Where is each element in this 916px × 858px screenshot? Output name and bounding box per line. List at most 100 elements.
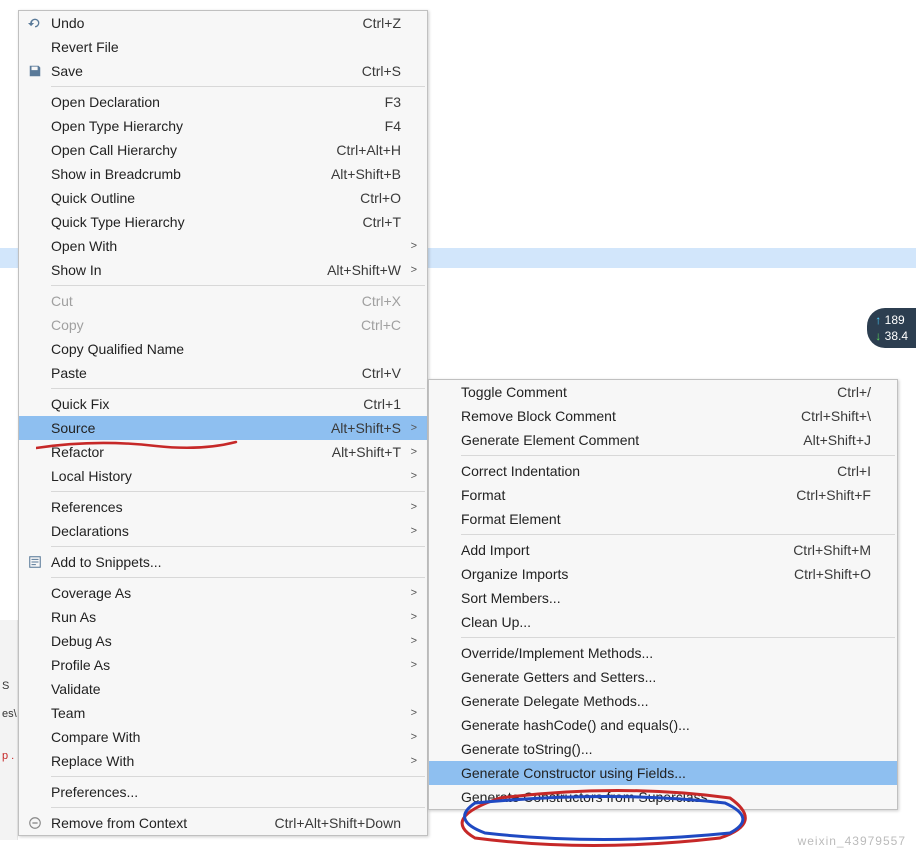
menu-item-label: Local History [51,468,401,484]
menu-item-label: Generate Constructor using Fields... [461,765,871,781]
main-menu-item-open-type-hierarchy[interactable]: Open Type HierarchyF4 [19,114,427,138]
menu-item-label: Add to Snippets... [51,554,401,570]
menu-item-label: Quick Outline [51,190,360,206]
main-menu-item-run-as[interactable]: Run As> [19,605,427,629]
main-menu-item-paste[interactable]: PasteCtrl+V [19,361,427,385]
main-menu-item-replace-with[interactable]: Replace With> [19,749,427,773]
main-menu-item-local-history[interactable]: Local History> [19,464,427,488]
source-menu-item-override-implement-methods[interactable]: Override/Implement Methods... [429,641,897,665]
main-menu-item-refactor[interactable]: RefactorAlt+Shift+T> [19,440,427,464]
source-menu-item-generate-element-comment[interactable]: Generate Element CommentAlt+Shift+J [429,428,897,452]
submenu-arrow-icon: > [401,501,417,513]
main-menu-item-copy[interactable]: CopyCtrl+C [19,313,427,337]
main-menu-item-open-with[interactable]: Open With> [19,234,427,258]
menu-item-label: Run As [51,609,401,625]
main-menu-item-remove-from-context[interactable]: Remove from ContextCtrl+Alt+Shift+Down [19,811,427,835]
menu-item-shortcut: Ctrl+O [360,190,401,206]
menu-item-label: Declarations [51,523,401,539]
main-menu-item-validate[interactable]: Validate [19,677,427,701]
main-menu-item-revert-file[interactable]: Revert File [19,35,427,59]
main-menu-item-open-declaration[interactable]: Open DeclarationF3 [19,90,427,114]
menu-separator [51,546,425,547]
main-menu-item-add-to-snippets[interactable]: Add to Snippets... [19,550,427,574]
main-menu-item-references[interactable]: References> [19,495,427,519]
menu-item-label: Generate toString()... [461,741,871,757]
main-menu-item-compare-with[interactable]: Compare With> [19,725,427,749]
menu-separator [51,807,425,808]
menu-item-shortcut: Ctrl+Shift+\ [801,408,871,424]
upload-arrow-icon: ↑ [875,313,881,327]
menu-item-label: Generate Constructors from Superclass... [461,789,871,805]
main-menu-item-save[interactable]: SaveCtrl+S [19,59,427,83]
main-menu-item-copy-qualified-name[interactable]: Copy Qualified Name [19,337,427,361]
menu-item-shortcut: Ctrl+Alt+Shift+Down [275,815,401,831]
menu-item-label: Open Call Hierarchy [51,142,336,158]
main-menu-item-show-in-breadcrumb[interactable]: Show in BreadcrumbAlt+Shift+B [19,162,427,186]
menu-item-shortcut: Ctrl+Z [363,15,402,31]
menu-item-shortcut: Ctrl+/ [837,384,871,400]
menu-item-label: Override/Implement Methods... [461,645,871,661]
submenu-arrow-icon: > [401,755,417,767]
menu-item-shortcut: F4 [385,118,401,134]
menu-item-label: Sort Members... [461,590,871,606]
main-menu-item-declarations[interactable]: Declarations> [19,519,427,543]
menu-item-label: Correct Indentation [461,463,837,479]
main-menu-item-open-call-hierarchy[interactable]: Open Call HierarchyCtrl+Alt+H [19,138,427,162]
menu-item-label: Format [461,487,796,503]
submenu-arrow-icon: > [401,635,417,647]
source-menu-item-remove-block-comment[interactable]: Remove Block CommentCtrl+Shift+\ [429,404,897,428]
menu-item-label: Show In [51,262,327,278]
source-menu-item-format[interactable]: FormatCtrl+Shift+F [429,483,897,507]
source-menu-item-generate-constructor-using-fields[interactable]: Generate Constructor using Fields... [429,761,897,785]
main-menu-item-source[interactable]: SourceAlt+Shift+S> [19,416,427,440]
main-menu-item-quick-type-hierarchy[interactable]: Quick Type HierarchyCtrl+T [19,210,427,234]
main-menu-item-team[interactable]: Team> [19,701,427,725]
source-menu-item-generate-delegate-methods[interactable]: Generate Delegate Methods... [429,689,897,713]
menu-item-label: Open With [51,238,401,254]
source-menu-item-format-element[interactable]: Format Element [429,507,897,531]
menu-item-shortcut: Ctrl+X [362,293,401,309]
source-menu-item-generate-constructors-from-superclass[interactable]: Generate Constructors from Superclass... [429,785,897,809]
source-menu-item-clean-up[interactable]: Clean Up... [429,610,897,634]
source-menu-item-organize-imports[interactable]: Organize ImportsCtrl+Shift+O [429,562,897,586]
source-menu-item-generate-getters-and-setters[interactable]: Generate Getters and Setters... [429,665,897,689]
menu-item-shortcut: F3 [385,94,401,110]
main-menu-item-coverage-as[interactable]: Coverage As> [19,581,427,605]
main-menu-item-preferences[interactable]: Preferences... [19,780,427,804]
menu-item-shortcut: Ctrl+Shift+F [796,487,871,503]
main-menu-item-quick-fix[interactable]: Quick FixCtrl+1 [19,392,427,416]
side-char: p . [2,750,14,762]
menu-item-shortcut: Ctrl+S [362,63,401,79]
source-menu-item-generate-tostring[interactable]: Generate toString()... [429,737,897,761]
menu-item-label: Format Element [461,511,871,527]
menu-item-label: Compare With [51,729,401,745]
submenu-arrow-icon: > [401,470,417,482]
source-menu-item-correct-indentation[interactable]: Correct IndentationCtrl+I [429,459,897,483]
source-menu-item-toggle-comment[interactable]: Toggle CommentCtrl+/ [429,380,897,404]
menu-separator [51,285,425,286]
main-menu-item-cut[interactable]: CutCtrl+X [19,289,427,313]
menu-item-label: Replace With [51,753,401,769]
main-menu-item-show-in[interactable]: Show InAlt+Shift+W> [19,258,427,282]
source-menu-item-sort-members[interactable]: Sort Members... [429,586,897,610]
menu-item-shortcut: Ctrl+Alt+H [336,142,401,158]
source-menu-item-add-import[interactable]: Add ImportCtrl+Shift+M [429,538,897,562]
menu-item-shortcut: Ctrl+Shift+O [794,566,871,582]
source-menu-item-generate-hashcode-and-equals[interactable]: Generate hashCode() and equals()... [429,713,897,737]
submenu-arrow-icon: > [401,587,417,599]
main-menu-item-profile-as[interactable]: Profile As> [19,653,427,677]
main-menu-item-debug-as[interactable]: Debug As> [19,629,427,653]
main-menu-item-undo[interactable]: UndoCtrl+Z [19,11,427,35]
menu-item-label: Open Declaration [51,94,385,110]
context-menu-main: UndoCtrl+ZRevert FileSaveCtrl+S Open Decl… [18,10,428,836]
menu-item-label: Copy Qualified Name [51,341,401,357]
watermark: weixin_43979557 [798,834,906,848]
upload-speed: 189 [885,313,905,327]
main-menu-item-quick-outline[interactable]: Quick OutlineCtrl+O [19,186,427,210]
menu-item-label: Validate [51,681,401,697]
menu-item-shortcut: Ctrl+Shift+M [793,542,871,558]
menu-separator [461,534,895,535]
menu-item-label: Generate hashCode() and equals()... [461,717,871,733]
menu-item-label: Coverage As [51,585,401,601]
menu-separator [51,577,425,578]
